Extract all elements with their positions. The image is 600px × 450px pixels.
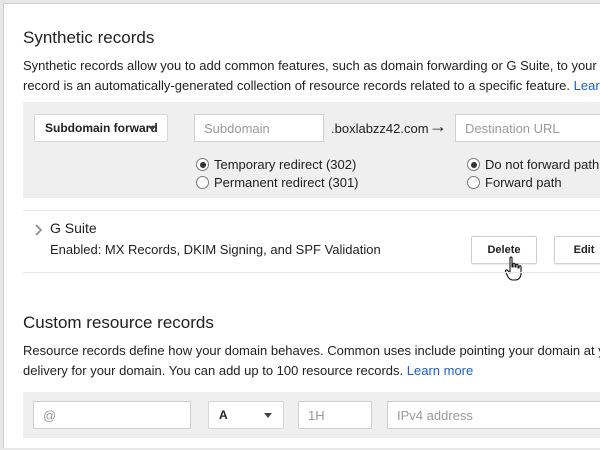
- custom-record-form: @ A 1H IPv4 address: [23, 392, 600, 438]
- caret-down-icon: [264, 413, 272, 418]
- radio-forward-path[interactable]: Forward path: [467, 175, 562, 190]
- radio-temporary-redirect[interactable]: Temporary redirect (302): [196, 157, 356, 172]
- record-type-value: A: [219, 408, 228, 422]
- radio-label: Temporary redirect (302): [214, 157, 357, 172]
- domain-settings-page: Synthetic records Synthetic records allo…: [3, 3, 600, 448]
- subdomain-placeholder: Subdomain: [204, 120, 270, 136]
- synthetic-record-form: Subdomain forward Subdomain .boxlabzz42.…: [23, 102, 600, 198]
- synthetic-learn-more-link[interactable]: Learn more: [574, 78, 600, 93]
- gsuite-record-status: Enabled: MX Records, DKIM Signing, and S…: [50, 242, 381, 257]
- domain-suffix: .boxlabzz42.com: [331, 121, 429, 136]
- record-data-input[interactable]: IPv4 address: [387, 401, 600, 429]
- record-name-placeholder: @: [43, 407, 57, 423]
- synthetic-records-title: Synthetic records: [23, 28, 155, 47]
- radio-button[interactable]: [196, 176, 209, 189]
- radio-button-selected[interactable]: [196, 158, 209, 171]
- radio-permanent-redirect[interactable]: Permanent redirect (301): [196, 175, 359, 190]
- synthetic-type-select[interactable]: Subdomain forward: [34, 114, 168, 142]
- synthetic-desc-line2: record is an automatically-generated col…: [23, 78, 571, 93]
- hand-pointer-icon: [504, 256, 522, 281]
- destination-placeholder: Destination URL: [465, 120, 560, 136]
- radio-label: Forward path: [485, 175, 562, 190]
- ttl-input[interactable]: 1H: [298, 401, 372, 429]
- record-type-select[interactable]: A: [208, 401, 284, 429]
- gsuite-record-name: G Suite: [50, 220, 97, 236]
- destination-url-input[interactable]: Destination URL: [455, 114, 600, 142]
- record-data-placeholder: IPv4 address: [397, 407, 473, 423]
- ttl-placeholder: 1H: [308, 407, 325, 423]
- caret-down-icon: [148, 126, 156, 131]
- custom-records-title: Custom resource records: [23, 313, 214, 332]
- synthetic-type-value: Subdomain forward: [45, 121, 158, 135]
- custom-desc-line1: Resource records define how your domain …: [23, 343, 600, 358]
- subdomain-input[interactable]: Subdomain: [194, 114, 324, 142]
- divider: [23, 272, 600, 273]
- custom-desc-line2: delivery for your domain. You can add up…: [23, 363, 404, 378]
- edit-button[interactable]: Edit: [554, 236, 600, 264]
- arrow-right-icon: →: [429, 116, 447, 136]
- chevron-right-icon[interactable]: [31, 222, 47, 238]
- radio-do-not-forward-path[interactable]: Do not forward path: [467, 157, 599, 172]
- divider: [23, 210, 600, 211]
- custom-learn-more-link[interactable]: Learn more: [407, 363, 473, 378]
- synthetic-desc-line1: Synthetic records allow you to add commo…: [23, 58, 600, 73]
- custom-records-description: Resource records define how your domain …: [23, 341, 600, 381]
- radio-button[interactable]: [467, 176, 480, 189]
- radio-button-selected[interactable]: [467, 158, 480, 171]
- record-name-input[interactable]: @: [33, 401, 191, 429]
- synthetic-records-description: Synthetic records allow you to add commo…: [23, 56, 600, 96]
- radio-label: Permanent redirect (301): [214, 175, 359, 190]
- radio-label: Do not forward path: [485, 157, 600, 172]
